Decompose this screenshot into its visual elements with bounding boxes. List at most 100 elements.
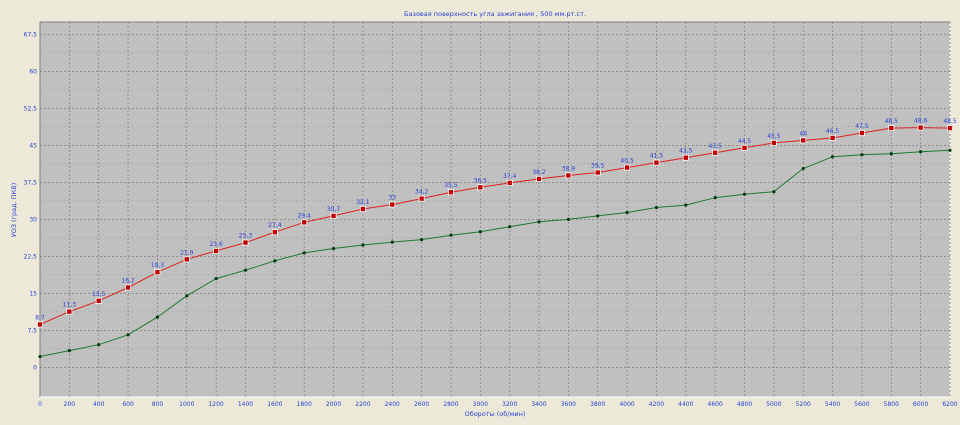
x-tick-label: 800 xyxy=(152,401,164,408)
data-point-series-1 xyxy=(917,124,924,131)
x-tick-label: 5600 xyxy=(854,401,869,408)
y-tick-label: 67,5 xyxy=(24,31,38,38)
data-point-series-1 xyxy=(565,172,572,179)
data-point-series-2 xyxy=(948,148,952,152)
data-point-series-2 xyxy=(420,237,424,242)
data-point-series-1 xyxy=(66,308,73,315)
data-point-series-1 xyxy=(624,164,631,171)
data-point-series-1 xyxy=(477,184,484,191)
data-label: 27,4 xyxy=(268,222,282,229)
x-axis-label: Обороты (об/мин) xyxy=(465,410,526,418)
data-point-series-2 xyxy=(302,251,306,255)
data-point-series-2 xyxy=(742,192,747,196)
data-point-series-2 xyxy=(185,294,189,298)
data-label: 46,5 xyxy=(826,128,840,135)
data-point-series-1 xyxy=(770,139,777,146)
x-tick-label: 2200 xyxy=(355,401,370,408)
data-label: 38,2 xyxy=(532,169,546,176)
data-label: 19,3 xyxy=(151,262,165,269)
data-label: 42,5 xyxy=(679,148,693,155)
data-point-series-1 xyxy=(536,175,543,182)
data-label: 37,4 xyxy=(503,173,517,180)
data-point-series-1 xyxy=(594,169,601,176)
data-point-series-2 xyxy=(97,343,101,347)
data-point-series-1 xyxy=(359,206,366,213)
data-point-series-2 xyxy=(889,152,893,156)
data-label: 33 xyxy=(388,195,396,202)
data-point-series-2 xyxy=(38,354,42,359)
y-tick-label: 45 xyxy=(29,142,37,149)
data-label: 23,6 xyxy=(209,241,223,248)
data-point-series-1 xyxy=(154,269,161,276)
data-point-series-2 xyxy=(126,333,130,337)
data-label: 39,5 xyxy=(591,162,605,169)
y-tick-label: 60 xyxy=(29,68,37,75)
data-point-series-1 xyxy=(829,134,836,141)
data-point-series-2 xyxy=(67,349,71,353)
data-point-series-1 xyxy=(800,137,807,144)
data-point-series-2 xyxy=(537,220,541,224)
data-label: 44,5 xyxy=(738,138,752,145)
data-label: 34,2 xyxy=(415,189,429,196)
data-point-series-2 xyxy=(919,150,923,154)
x-tick-label: 4200 xyxy=(649,401,664,408)
data-point-series-1 xyxy=(947,125,954,132)
plot-area xyxy=(40,22,950,397)
data-label: 32,1 xyxy=(356,199,370,206)
x-tick-label: 4400 xyxy=(678,401,693,408)
data-label: 36,5 xyxy=(474,177,488,184)
y-tick-label: 37,5 xyxy=(24,179,38,186)
data-label: 38,9 xyxy=(562,165,576,172)
data-label: 25,3 xyxy=(239,233,253,240)
x-tick-label: 3400 xyxy=(531,401,546,408)
data-label: 35,5 xyxy=(444,182,458,189)
x-tick-label: 2400 xyxy=(385,401,400,408)
data-label: 8,7 xyxy=(35,314,45,321)
y-tick-label: 0 xyxy=(33,364,37,371)
data-point-series-1 xyxy=(301,219,308,226)
data-label: 40,5 xyxy=(620,158,634,165)
data-point-series-2 xyxy=(273,259,277,263)
x-tick-label: 3000 xyxy=(473,401,488,408)
x-tick-label: 1000 xyxy=(179,401,194,408)
data-point-series-1 xyxy=(888,125,895,132)
data-point-series-2 xyxy=(449,233,453,237)
data-point-series-1 xyxy=(330,212,337,219)
x-tick-label: 1800 xyxy=(297,401,312,408)
x-tick-label: 2600 xyxy=(414,401,429,408)
x-tick-label: 6000 xyxy=(913,401,928,408)
x-tick-label: 1600 xyxy=(267,401,282,408)
x-tick-label: 1200 xyxy=(208,401,223,408)
data-point-series-1 xyxy=(389,201,396,208)
data-label: 30,7 xyxy=(327,206,341,213)
data-point-series-2 xyxy=(772,190,776,194)
x-tick-label: 3800 xyxy=(590,401,605,408)
data-point-series-2 xyxy=(654,205,659,210)
data-point-series-1 xyxy=(125,284,132,291)
x-tick-label: 400 xyxy=(93,401,105,408)
x-tick-label: 5000 xyxy=(766,401,781,408)
data-point-series-2 xyxy=(596,214,600,218)
x-tick-label: 5200 xyxy=(796,401,811,408)
data-point-series-2 xyxy=(830,155,835,159)
x-tick-label: 200 xyxy=(64,401,76,408)
x-tick-label: 4800 xyxy=(737,401,752,408)
data-label: 16,2 xyxy=(121,277,135,284)
x-tick-label: 6200 xyxy=(942,401,957,408)
data-point-series-1 xyxy=(447,189,454,196)
data-point-series-2 xyxy=(566,217,570,221)
data-point-series-2 xyxy=(155,315,160,319)
data-point-series-1 xyxy=(213,247,220,254)
data-label: 11,3 xyxy=(63,302,77,309)
x-tick-label: 3200 xyxy=(502,401,517,408)
data-point-series-2 xyxy=(331,246,336,251)
x-tick-label: 5800 xyxy=(884,401,899,408)
data-point-series-2 xyxy=(390,240,394,244)
data-label: 46 xyxy=(799,130,807,137)
data-label: 43,5 xyxy=(708,143,722,150)
plot-layer xyxy=(39,21,951,398)
data-label: 41,5 xyxy=(650,153,664,160)
ignition-chart: Базовая поверхность угла зажигания , 500… xyxy=(0,0,960,421)
x-tick-label: 600 xyxy=(122,401,134,408)
x-tick-label: 0 xyxy=(38,401,42,408)
